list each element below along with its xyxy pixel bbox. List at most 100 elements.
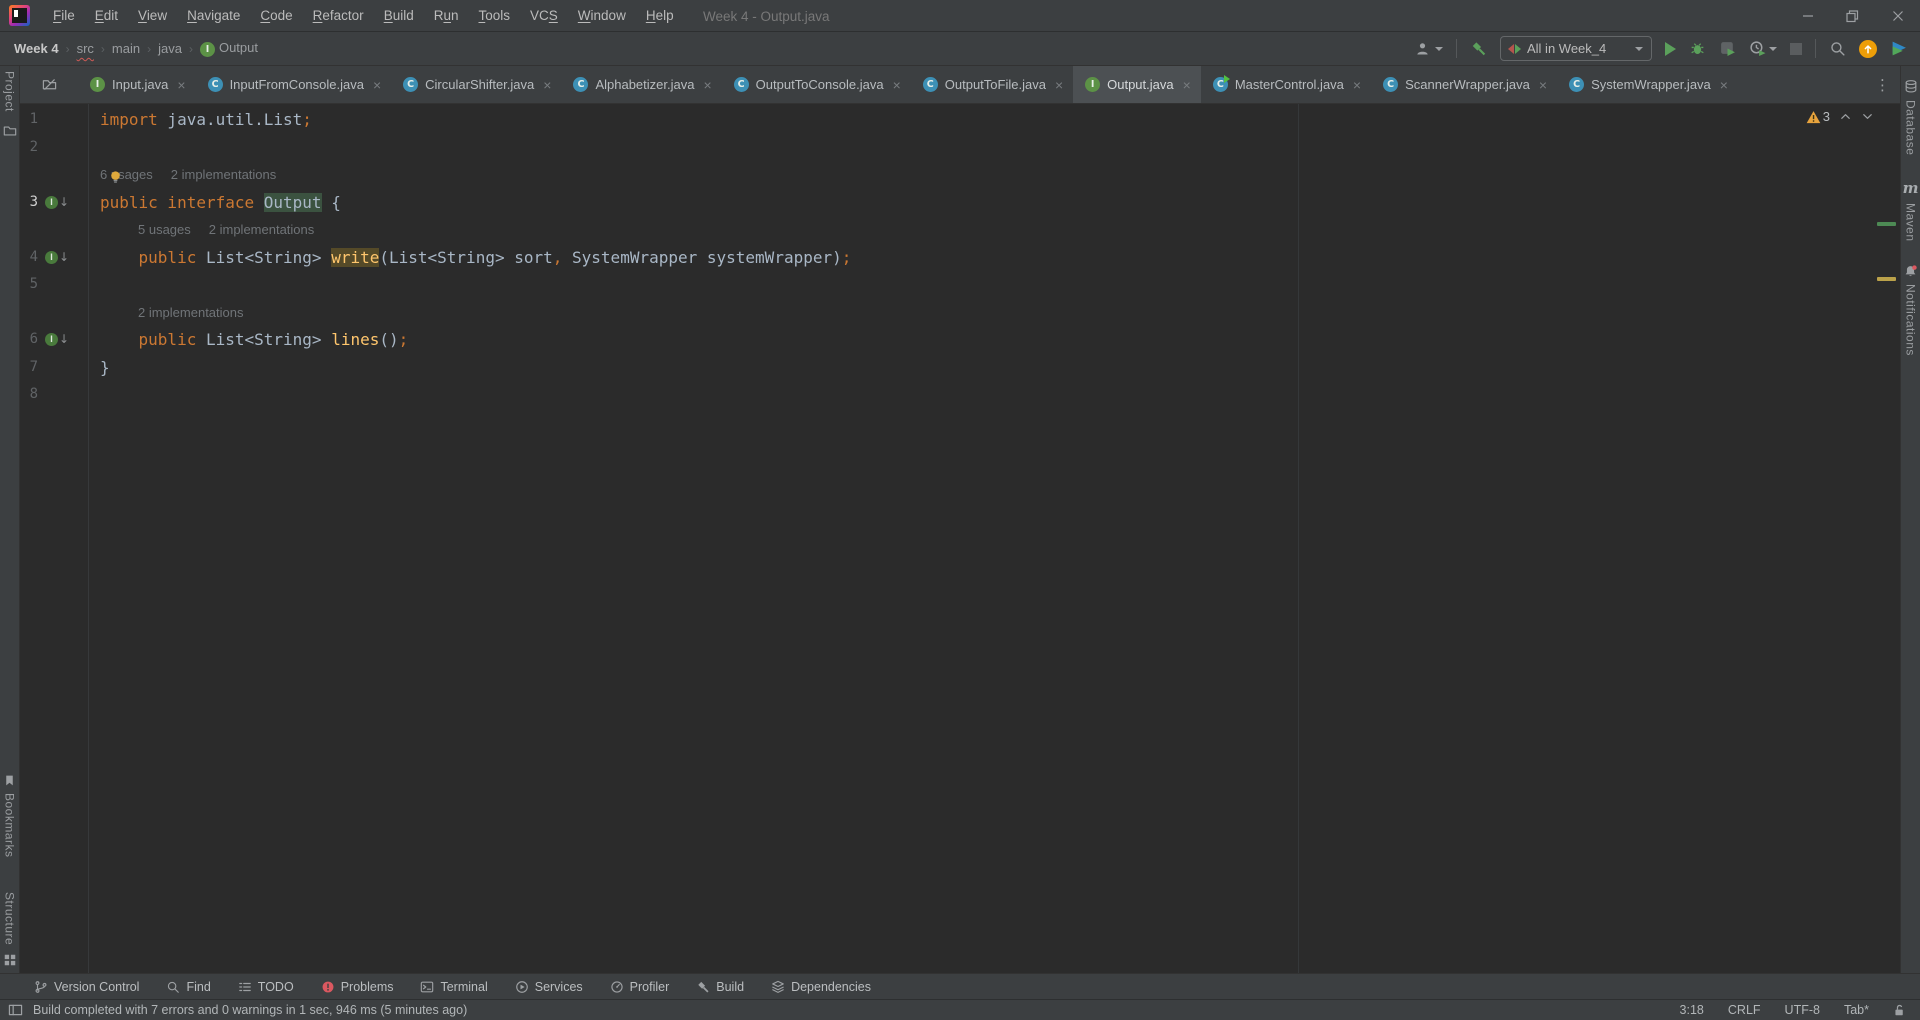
tool-window-button-dependencies[interactable]: Dependencies [771, 980, 871, 994]
code-line[interactable]: 2 [20, 134, 1900, 162]
code-line[interactable]: 6 I ↓ public List<String> lines(); [20, 326, 1900, 354]
menu-item-help[interactable]: Help [636, 0, 684, 32]
tab-outputtoconsole-java[interactable]: C OutputToConsole.java × [722, 66, 911, 103]
breadcrumb-item-java[interactable]: java [158, 41, 182, 56]
tab-output-java[interactable]: I Output.java × [1073, 66, 1201, 103]
tool-window-button-services[interactable]: Services [515, 980, 583, 994]
run-configuration-select[interactable]: All in Week_4 [1500, 36, 1652, 61]
code-with-me-users-button[interactable] [1415, 41, 1443, 57]
tab-close-icon[interactable]: × [543, 78, 551, 92]
menu-item-edit[interactable]: Edit [85, 0, 128, 32]
menu-item-build[interactable]: Build [374, 0, 424, 32]
code-line[interactable]: 7} [20, 354, 1900, 382]
tab-close-icon[interactable]: × [1539, 78, 1547, 92]
code-line[interactable]: 3 I ↓ public interface Output { [20, 189, 1900, 217]
caret-position-widget[interactable]: 3:18 [1680, 1003, 1704, 1017]
menu-item-view[interactable]: View [128, 0, 177, 32]
usages-hint[interactable]: 2 implementations [171, 167, 277, 182]
build-project-button[interactable] [1470, 40, 1487, 57]
tool-window-button-build[interactable]: Build [696, 980, 744, 994]
close-button[interactable] [1875, 0, 1920, 32]
menu-item-run[interactable]: Run [424, 0, 469, 32]
tab-list-icon[interactable]: ⋮ [1865, 66, 1900, 103]
tab-close-icon[interactable]: × [177, 78, 185, 92]
tab-systemwrapper-java[interactable]: C SystemWrapper.java × [1557, 66, 1738, 103]
warnings-indicator[interactable]: 3 [1806, 109, 1830, 124]
next-problem-button[interactable] [1861, 110, 1874, 123]
folder-icon[interactable] [3, 124, 17, 138]
tool-stripe-bookmarks-button[interactable]: Bookmarks [3, 793, 17, 858]
inlay-hint-row[interactable]: 2 implementations [20, 299, 1900, 327]
tab-close-icon[interactable]: × [1055, 78, 1063, 92]
implementation-marker-icon[interactable]: I ↓ [45, 326, 69, 354]
implementation-marker-icon[interactable]: I ↓ [45, 244, 69, 272]
usages-hint[interactable]: 2 implementations [209, 222, 315, 237]
ide-update-button[interactable] [1859, 39, 1877, 58]
tab-inputfromconsole-java[interactable]: C InputFromConsole.java × [196, 66, 392, 103]
tab-mastercontrol-java[interactable]: C MasterControl.java × [1201, 66, 1371, 103]
maven-logo[interactable]: m [1903, 179, 1919, 197]
tool-stripe-maven-button[interactable]: Maven [1904, 203, 1918, 242]
tool-window-button-problems[interactable]: Problems [321, 980, 393, 994]
tab-alphabetizer-java[interactable]: C Alphabetizer.java × [561, 66, 721, 103]
tab-close-icon[interactable]: × [893, 78, 901, 92]
tab-close-icon[interactable]: × [703, 78, 711, 92]
usages-hint[interactable]: 2 implementations [138, 305, 244, 320]
folder-strikethrough-icon[interactable] [42, 77, 57, 92]
tab-outputtofile-java[interactable]: C OutputToFile.java × [911, 66, 1073, 103]
inlay-hint-row[interactable]: 5 usages 2 implementations [20, 216, 1900, 244]
tab-scannerwrapper-java[interactable]: C ScannerWrapper.java × [1371, 66, 1557, 103]
code-line[interactable]: 1 import java.util.List; [20, 106, 1900, 134]
status-message[interactable]: Build completed with 7 errors and 0 warn… [33, 1003, 467, 1017]
menu-item-tools[interactable]: Tools [469, 0, 521, 32]
line-separator-widget[interactable]: CRLF [1728, 1003, 1761, 1017]
tool-stripe-structure-button[interactable]: Structure [3, 892, 17, 945]
tool-stripe-project-button[interactable]: Project [3, 71, 17, 112]
indent-widget[interactable]: Tab* [1844, 1003, 1869, 1017]
tab-close-icon[interactable]: × [1353, 78, 1361, 92]
tab-close-icon[interactable]: × [373, 78, 381, 92]
tool-stripe-notifications-button[interactable]: Notifications [1904, 284, 1918, 356]
previous-problem-button[interactable] [1839, 110, 1852, 123]
profiler-button[interactable] [1749, 40, 1777, 57]
usages-hint[interactable]: 5 usages [138, 222, 191, 237]
minimize-button[interactable] [1785, 0, 1830, 32]
menu-item-refactor[interactable]: Refactor [303, 0, 374, 32]
code-line[interactable]: 8 [20, 381, 1900, 409]
menu-item-window[interactable]: Window [568, 0, 636, 32]
blue-green-triangles-icon[interactable] [1890, 40, 1908, 57]
tool-window-switcher-icon[interactable] [3, 953, 17, 967]
menu-item-file[interactable]: File [43, 0, 85, 32]
tool-window-button-version-control[interactable]: Version Control [34, 980, 139, 994]
tab-close-icon[interactable]: × [1720, 78, 1728, 92]
menu-item-code[interactable]: Code [250, 0, 302, 32]
breadcrumb-item-week-4[interactable]: Week 4 [14, 41, 59, 56]
encoding-widget[interactable]: UTF-8 [1785, 1003, 1820, 1017]
debug-button[interactable] [1689, 40, 1706, 57]
tool-stripe-database-button[interactable]: Database [1904, 100, 1918, 155]
code-line[interactable]: 4 I ↓ public List<String> write(List<Strin… [20, 244, 1900, 272]
code-line[interactable]: 5 [20, 271, 1900, 299]
menu-item-navigate[interactable]: Navigate [177, 0, 250, 32]
stop-button[interactable] [1790, 42, 1802, 55]
breadcrumb-item-output[interactable]: I Output [199, 40, 258, 57]
tool-window-button-terminal[interactable]: Terminal [420, 980, 488, 994]
intention-bulb-icon[interactable] [109, 166, 122, 194]
run-with-coverage-button[interactable] [1719, 40, 1736, 57]
search-everywhere-button[interactable] [1829, 40, 1846, 57]
usages-hint[interactable]: 6 usages [100, 167, 153, 182]
unlock-icon[interactable] [1893, 1003, 1906, 1017]
implementation-marker-icon[interactable]: I ↓ [45, 189, 69, 217]
menu-item-vcs[interactable]: VCS [520, 0, 568, 32]
bookmark-icon[interactable] [3, 774, 16, 787]
notifications-bell-icon[interactable] [1903, 264, 1918, 279]
breadcrumb-item-main[interactable]: main [112, 41, 140, 56]
tool-window-button-find[interactable]: Find [166, 980, 211, 994]
tool-window-panels-icon[interactable] [8, 1003, 23, 1017]
code-editor[interactable]: 1 import java.util.List; 2 6 usages 2 implem… [20, 104, 1900, 973]
breadcrumb-item-src[interactable]: src [77, 41, 94, 56]
tab-circularshifter-java[interactable]: C CircularShifter.java × [391, 66, 561, 103]
database-icon[interactable] [1904, 79, 1918, 94]
maximize-button[interactable] [1830, 0, 1875, 32]
scrollbar-mark-green[interactable] [1877, 222, 1896, 226]
